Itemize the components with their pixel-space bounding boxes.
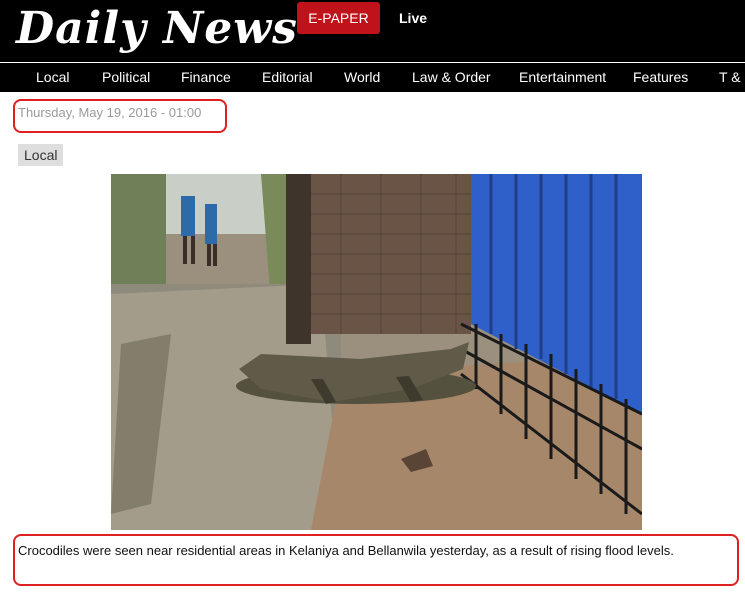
nav-item-t-and-c[interactable]: T & C [719, 63, 745, 92]
nav-item-local[interactable]: Local [36, 63, 69, 92]
masthead: Daily News E-PAPER Live [0, 0, 745, 62]
site-logo[interactable]: Daily News [16, 0, 298, 58]
caption-highlight-box [13, 534, 739, 586]
nav-item-world[interactable]: World [344, 63, 380, 92]
nav-item-political[interactable]: Political [102, 63, 150, 92]
nav-item-entertainment[interactable]: Entertainment [519, 63, 606, 92]
date-highlight-box [13, 99, 227, 133]
epaper-button[interactable]: E-PAPER [297, 2, 380, 34]
nav-item-finance[interactable]: Finance [181, 63, 231, 92]
photo-crocodile-icon [111, 174, 642, 530]
nav-item-law-order[interactable]: Law & Order [412, 63, 491, 92]
nav-item-editorial[interactable]: Editorial [262, 63, 313, 92]
category-tag[interactable]: Local [18, 144, 64, 166]
main-navigation: Local Political Finance Editorial World … [0, 62, 745, 92]
live-link[interactable]: Live [399, 10, 427, 26]
nav-item-features[interactable]: Features [633, 63, 688, 92]
article-photo [111, 174, 642, 530]
